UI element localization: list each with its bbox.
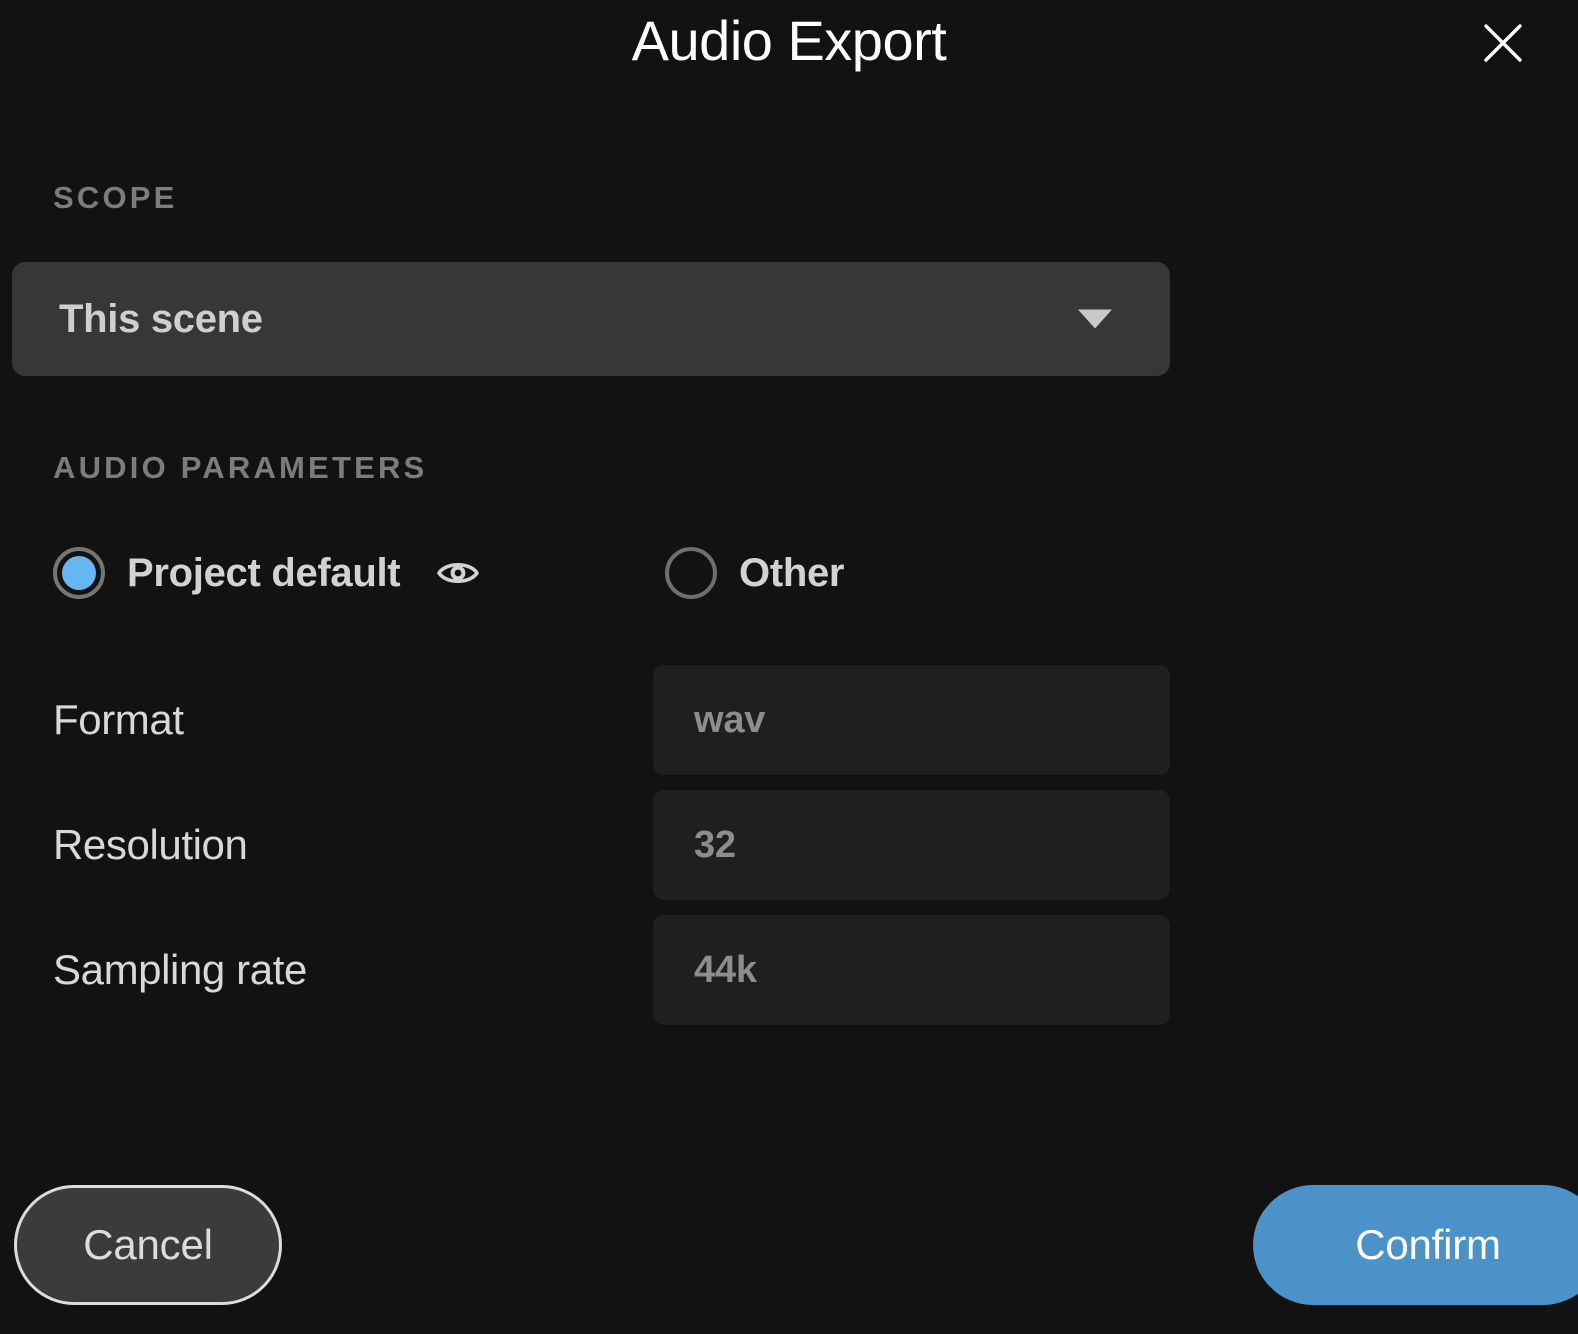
chevron-down-icon: [1078, 309, 1112, 329]
param-label-resolution: Resolution: [53, 821, 248, 868]
page-title: Audio Export: [631, 9, 947, 72]
radio-mark-unselected-icon[interactable]: [665, 547, 717, 599]
radio-mark-selected-icon[interactable]: [53, 547, 105, 599]
radio-option-project-default[interactable]: Project default: [53, 540, 480, 606]
scope-section-label: SCOPE: [53, 180, 178, 215]
audio-parameters-mode-group: Project default Other: [53, 540, 1173, 606]
radio-option-other[interactable]: Other: [665, 540, 844, 606]
format-value: wav: [694, 698, 766, 741]
resolution-value: 32: [694, 823, 736, 866]
dialog-footer: Cancel Confirm: [0, 1185, 1578, 1334]
format-input[interactable]: wav: [653, 665, 1170, 775]
radio-label-project-default: Project default: [127, 550, 401, 595]
close-button[interactable]: [1473, 13, 1533, 73]
param-row-format: Format wav: [53, 665, 1170, 775]
preview-toggle-button[interactable]: [436, 556, 480, 590]
sampling-rate-input[interactable]: 44k: [653, 915, 1170, 1025]
resolution-input[interactable]: 32: [653, 790, 1170, 900]
audio-parameters-fields: Format wav Resolution 32 Sampling rate 4…: [53, 665, 1170, 1040]
cancel-button[interactable]: Cancel: [14, 1185, 282, 1305]
confirm-button[interactable]: Confirm: [1253, 1185, 1578, 1305]
audio-parameters-section-label: AUDIO PARAMETERS: [53, 450, 428, 485]
param-label-format: Format: [53, 696, 184, 743]
param-row-resolution: Resolution 32: [53, 790, 1170, 900]
param-row-sampling-rate: Sampling rate 44k: [53, 915, 1170, 1025]
close-icon: [1481, 21, 1525, 65]
eye-icon: [436, 557, 480, 589]
scope-dropdown[interactable]: This scene: [12, 262, 1170, 376]
param-label-sampling-rate: Sampling rate: [53, 946, 307, 993]
sampling-rate-value: 44k: [694, 948, 757, 991]
scope-dropdown-value: This scene: [59, 296, 263, 341]
radio-label-other: Other: [739, 550, 845, 595]
dialog-titlebar: Audio Export: [0, 0, 1578, 90]
